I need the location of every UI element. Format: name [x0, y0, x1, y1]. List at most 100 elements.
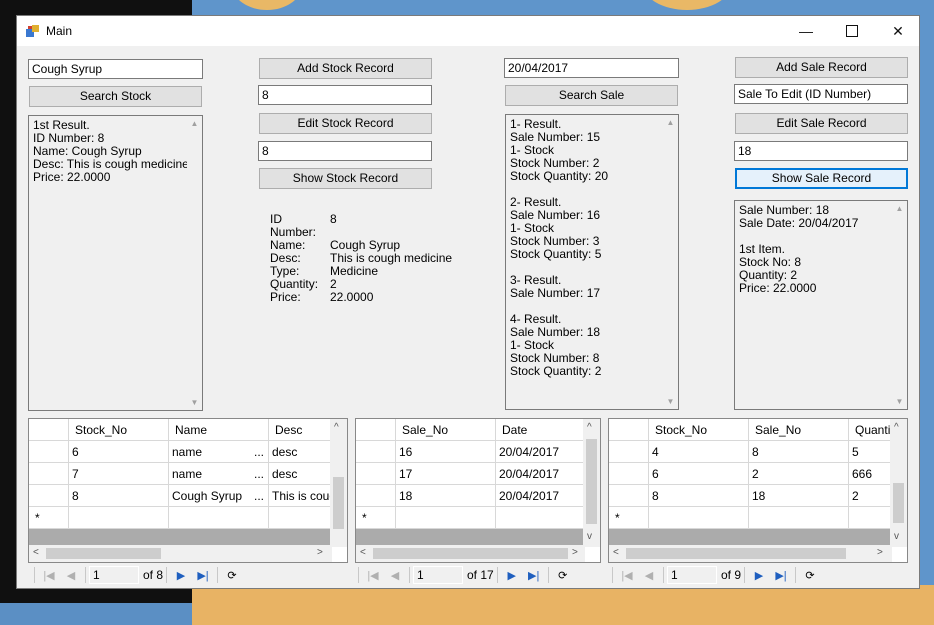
- table-cell[interactable]: [169, 507, 269, 529]
- move-first-icon[interactable]: |◀: [38, 569, 60, 582]
- close-button[interactable]: ✕: [875, 16, 921, 46]
- scroll-right-icon[interactable]: >: [317, 547, 323, 558]
- show-stock-id-input[interactable]: 8: [258, 141, 432, 161]
- ellipsis-button[interactable]: ...: [254, 445, 264, 459]
- table-cell[interactable]: 8: [749, 441, 849, 463]
- minimize-button[interactable]: —: [783, 16, 829, 46]
- ellipsis-button[interactable]: ...: [254, 467, 264, 481]
- move-last-icon[interactable]: ▶|: [192, 569, 214, 582]
- row-header[interactable]: [609, 463, 649, 485]
- table-cell[interactable]: 8: [649, 485, 749, 507]
- scroll-down-icon[interactable]: v: [894, 531, 899, 542]
- table-cell[interactable]: name...: [169, 463, 269, 485]
- table-cell[interactable]: 20/04/2017: [496, 441, 585, 463]
- scroll-up-icon[interactable]: ▲: [892, 201, 907, 216]
- search-sale-button[interactable]: Search Sale: [505, 85, 678, 106]
- table-cell[interactable]: 4: [649, 441, 749, 463]
- table-cell[interactable]: 17: [396, 463, 496, 485]
- position-input[interactable]: 1: [89, 566, 139, 584]
- move-first-icon[interactable]: |◀: [362, 569, 384, 582]
- show-sale-id-input[interactable]: 18: [734, 141, 908, 161]
- vertical-scrollbar[interactable]: ^: [330, 419, 347, 547]
- column-header-sale-no[interactable]: Sale_No: [396, 419, 496, 441]
- move-next-icon[interactable]: ▶: [748, 569, 770, 582]
- table-cell[interactable]: [749, 507, 849, 529]
- scroll-up-icon[interactable]: ▲: [187, 116, 202, 131]
- scroll-up-icon[interactable]: ^: [334, 422, 339, 433]
- row-header[interactable]: [356, 485, 396, 507]
- refresh-icon[interactable]: ⟳: [799, 569, 821, 582]
- row-header[interactable]: [29, 441, 69, 463]
- position-input[interactable]: 1: [413, 566, 463, 584]
- show-stock-record-button[interactable]: Show Stock Record: [259, 168, 432, 189]
- scroll-thumb[interactable]: [893, 483, 904, 523]
- new-row-header[interactable]: *: [609, 507, 649, 529]
- table-cell[interactable]: [396, 507, 496, 529]
- move-first-icon[interactable]: |◀: [616, 569, 638, 582]
- position-input[interactable]: 1: [667, 566, 717, 584]
- scroll-up-icon[interactable]: ▲: [663, 115, 678, 130]
- column-header-stock-no[interactable]: Stock_No: [69, 419, 169, 441]
- stock-results-scrollbar[interactable]: ▲ ▼: [187, 116, 202, 410]
- table-cell[interactable]: 6: [69, 441, 169, 463]
- table-cell[interactable]: [496, 507, 585, 529]
- table-cell[interactable]: 5: [849, 441, 892, 463]
- table-cell[interactable]: 8: [69, 485, 169, 507]
- horizontal-scrollbar[interactable]: < >: [29, 545, 332, 562]
- table-cell[interactable]: Cough Syrup...: [169, 485, 269, 507]
- table-cell[interactable]: [69, 507, 169, 529]
- search-stock-button[interactable]: Search Stock: [29, 86, 202, 107]
- table-cell[interactable]: 2: [749, 463, 849, 485]
- move-previous-icon[interactable]: ◀: [60, 569, 82, 582]
- scroll-down-icon[interactable]: ▼: [892, 394, 907, 409]
- column-header-name[interactable]: Name: [169, 419, 269, 441]
- new-row-header[interactable]: *: [29, 507, 69, 529]
- stock-search-input[interactable]: Cough Syrup: [28, 59, 203, 79]
- add-stock-record-button[interactable]: Add Stock Record: [259, 58, 432, 79]
- grid-corner[interactable]: [609, 419, 649, 441]
- scroll-left-icon[interactable]: <: [360, 547, 366, 558]
- sale-search-results[interactable]: 1- Result. Sale Number: 15 1- Stock Stock N…: [505, 114, 679, 410]
- scroll-thumb[interactable]: [626, 548, 846, 559]
- scroll-up-icon[interactable]: ^: [587, 422, 592, 433]
- scroll-right-icon[interactable]: >: [572, 547, 578, 558]
- scroll-right-icon[interactable]: >: [877, 547, 883, 558]
- edit-sale-record-button[interactable]: Edit Sale Record: [735, 113, 908, 134]
- table-cell[interactable]: 16: [396, 441, 496, 463]
- sale-search-input[interactable]: 20/04/2017: [504, 58, 679, 78]
- refresh-icon[interactable]: ⟳: [552, 569, 574, 582]
- table-cell[interactable]: 666: [849, 463, 892, 485]
- table-cell[interactable]: 7: [69, 463, 169, 485]
- scroll-down-icon[interactable]: ▼: [187, 395, 202, 410]
- table-cell[interactable]: 20/04/2017: [496, 485, 585, 507]
- move-last-icon[interactable]: ▶|: [770, 569, 792, 582]
- horizontal-scrollbar[interactable]: < >: [356, 545, 585, 562]
- vertical-scrollbar[interactable]: ^ v: [583, 419, 600, 547]
- stock-grid[interactable]: Stock_No Name Desc 6 name... desc 7 name…: [28, 418, 348, 563]
- table-cell[interactable]: 18: [749, 485, 849, 507]
- scroll-down-icon[interactable]: v: [587, 531, 592, 542]
- row-header[interactable]: [29, 485, 69, 507]
- column-header-stock-no[interactable]: Stock_No: [649, 419, 749, 441]
- table-cell[interactable]: 2: [849, 485, 892, 507]
- table-cell[interactable]: name...: [169, 441, 269, 463]
- horizontal-scrollbar[interactable]: < >: [609, 545, 892, 562]
- scroll-thumb[interactable]: [46, 548, 161, 559]
- table-cell[interactable]: desc: [269, 463, 332, 485]
- scroll-thumb[interactable]: [586, 439, 597, 524]
- edit-stock-id-input[interactable]: 8: [258, 85, 432, 105]
- row-header[interactable]: [29, 463, 69, 485]
- scroll-left-icon[interactable]: <: [613, 547, 619, 558]
- edit-sale-id-input[interactable]: Sale To Edit (ID Number): [734, 84, 908, 104]
- refresh-icon[interactable]: ⟳: [221, 569, 243, 582]
- column-header-quantity[interactable]: Quantit: [849, 419, 892, 441]
- table-cell[interactable]: 6: [649, 463, 749, 485]
- row-header[interactable]: [356, 463, 396, 485]
- row-header[interactable]: [609, 441, 649, 463]
- row-header[interactable]: [356, 441, 396, 463]
- table-cell[interactable]: [649, 507, 749, 529]
- table-cell[interactable]: [849, 507, 892, 529]
- grid-corner[interactable]: [356, 419, 396, 441]
- sale-grid[interactable]: Sale_No Date 16 20/04/2017 17 20/04/2017…: [355, 418, 601, 563]
- move-next-icon[interactable]: ▶: [501, 569, 523, 582]
